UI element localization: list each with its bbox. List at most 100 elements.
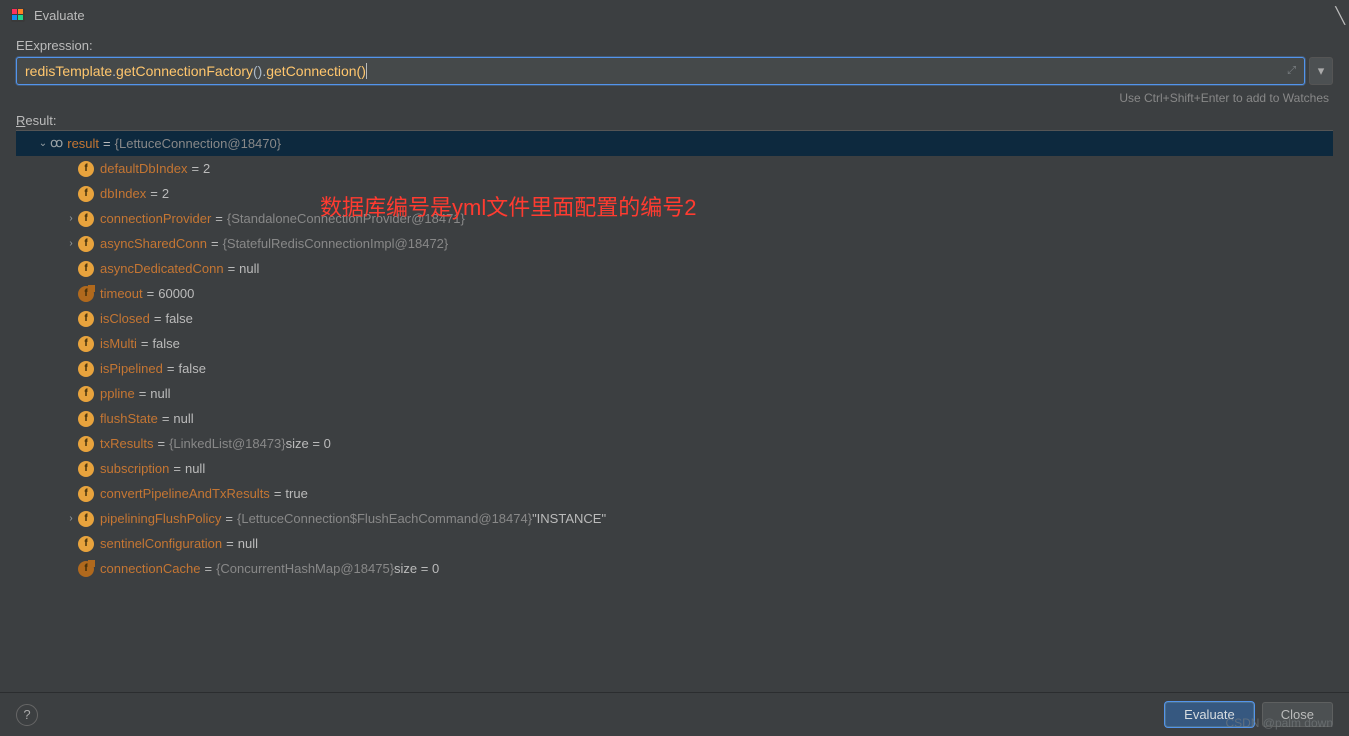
result-label: Result: [16, 113, 1333, 131]
field-icon: f [78, 486, 94, 502]
expr-parens: () [253, 63, 262, 79]
field-name: connectionCache [100, 561, 200, 576]
field-icon: f [78, 436, 94, 452]
equals: = [143, 286, 159, 301]
field-row[interactable]: fsentinelConfiguration = null [16, 531, 1333, 556]
field-row[interactable]: fisPipelined = false [16, 356, 1333, 381]
field-value: {LettuceConnection@18470} [115, 136, 281, 151]
field-name: convertPipelineAndTxResults [100, 486, 270, 501]
field-name: dbIndex [100, 186, 146, 201]
field-value: 60000 [158, 286, 194, 301]
equals: = [169, 461, 185, 476]
history-dropdown-button[interactable]: ▾ [1309, 57, 1333, 85]
field-row[interactable]: fsubscription = null [16, 456, 1333, 481]
field-row[interactable]: fconvertPipelineAndTxResults = true [16, 481, 1333, 506]
hint-text: Use Ctrl+Shift+Enter to add to Watches [16, 91, 1333, 105]
equals: = [211, 211, 227, 226]
close-icon[interactable]: ╲ [1335, 6, 1345, 26]
field-value: 2 [162, 186, 169, 201]
titlebar: Evaluate ╲ [0, 0, 1349, 30]
equals: = [150, 311, 166, 326]
field-name: asyncDedicatedConn [100, 261, 224, 276]
field-value: null [239, 261, 259, 276]
field-row[interactable]: f connectionCache = {ConcurrentHashMap@18… [16, 556, 1333, 581]
window-title: Evaluate [34, 8, 85, 23]
field-name: result [67, 136, 99, 151]
chevron-right-icon[interactable]: › [64, 238, 78, 249]
field-name: txResults [100, 436, 153, 451]
field-name: defaultDbIndex [100, 161, 187, 176]
field-value-ref: {StatefulRedisConnectionImpl@18472} [223, 236, 449, 251]
field-icon: f [78, 511, 94, 527]
field-icon: f [78, 236, 94, 252]
result-root-row[interactable]: ⌄ ꝏ result = {LettuceConnection@18470} [16, 131, 1333, 156]
field-row[interactable]: ›f pipeliningFlushPolicy = {LettuceConnec… [16, 506, 1333, 531]
field-value: null [150, 386, 170, 401]
chevron-down-icon[interactable]: ⌄ [36, 138, 50, 149]
field-icon: f [78, 311, 94, 327]
equals: = [146, 186, 162, 201]
field-row[interactable]: f isClosed = false [16, 306, 1333, 331]
field-icon: f [78, 336, 94, 352]
expand-editor-icon[interactable]: ⤢ [1287, 65, 1296, 78]
app-icon [10, 7, 26, 23]
field-name: sentinelConfiguration [100, 536, 222, 551]
field-name: isClosed [100, 311, 150, 326]
field-name: pipeliningFlushPolicy [100, 511, 221, 526]
footer: ? Evaluate Close [0, 692, 1349, 736]
field-row[interactable]: fdefaultDbIndex = 2 [16, 156, 1333, 181]
field-name: isMulti [100, 336, 137, 351]
field-row[interactable]: ftxResults = {LinkedList@18473} size = 0 [16, 431, 1333, 456]
equals: = [137, 336, 153, 351]
field-value: 2 [203, 161, 210, 176]
field-value: null [238, 536, 258, 551]
field-name: isPipelined [100, 361, 163, 376]
field-row[interactable]: ›f asyncSharedConn = {StatefulRedisConnec… [16, 231, 1333, 256]
field-icon: f [78, 561, 94, 577]
field-value-ref: {LettuceConnection$FlushEachCommand@1847… [237, 511, 532, 526]
equals: = [187, 161, 203, 176]
chevron-right-icon[interactable]: › [64, 213, 78, 224]
expr-ident: getConnection [266, 63, 356, 79]
field-icon: f [78, 261, 94, 277]
field-icon: f [78, 411, 94, 427]
expr-ident: getConnectionFactory [116, 63, 253, 79]
expression-input[interactable]: redisTemplate.getConnectionFactory().get… [16, 57, 1305, 85]
equals: = [153, 436, 169, 451]
equals: = [135, 386, 151, 401]
field-value: null [185, 461, 205, 476]
field-name: subscription [100, 461, 169, 476]
field-name: ppline [100, 386, 135, 401]
annotation-overlay: 数据库编号是yml文件里面配置的编号2 [320, 190, 696, 222]
field-name: flushState [100, 411, 158, 426]
field-row[interactable]: f timeout = 60000 [16, 281, 1333, 306]
glasses-icon: ꝏ [50, 136, 63, 151]
chevron-right-icon[interactable]: › [64, 513, 78, 524]
field-value: size = 0 [286, 436, 331, 451]
field-icon: f [78, 386, 94, 402]
field-row[interactable]: fppline = null [16, 381, 1333, 406]
field-name: asyncSharedConn [100, 236, 207, 251]
equals: = [99, 136, 115, 151]
text-cursor [366, 63, 367, 79]
field-row[interactable]: fisMulti = false [16, 331, 1333, 356]
equals: = [270, 486, 286, 501]
field-icon: f [78, 211, 94, 227]
help-button[interactable]: ? [16, 704, 38, 726]
equals: = [222, 536, 238, 551]
field-row[interactable]: f flushState = null [16, 406, 1333, 431]
field-value: false [165, 311, 192, 326]
field-value: null [173, 411, 193, 426]
field-icon: f [78, 186, 94, 202]
equals: = [207, 236, 223, 251]
equals: = [221, 511, 237, 526]
field-value-ref: {ConcurrentHashMap@18475} [216, 561, 394, 576]
equals: = [200, 561, 216, 576]
field-name: connectionProvider [100, 211, 211, 226]
field-name: timeout [100, 286, 143, 301]
field-row[interactable]: fasyncDedicatedConn = null [16, 256, 1333, 281]
equals: = [158, 411, 174, 426]
expr-ident: redisTemplate [25, 63, 112, 79]
equals: = [163, 361, 179, 376]
field-icon: f [78, 286, 94, 302]
